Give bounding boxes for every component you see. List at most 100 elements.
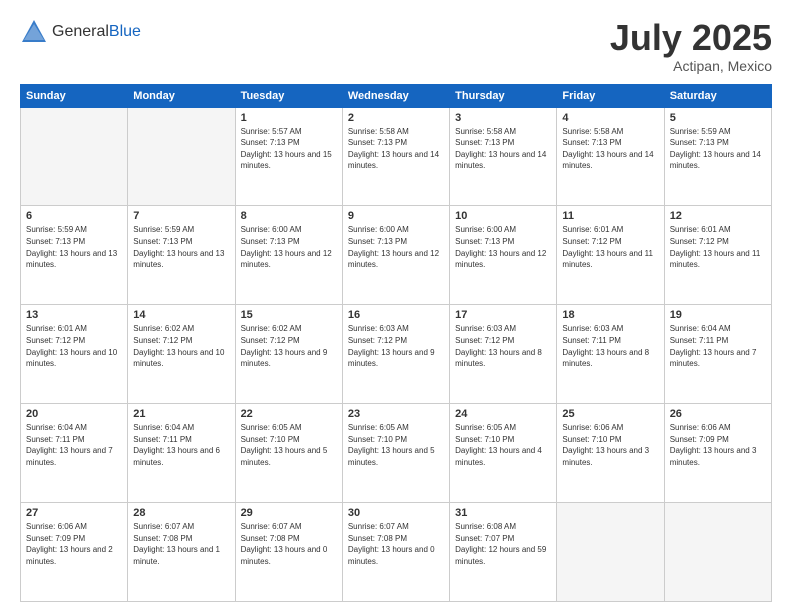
day-number: 14	[133, 309, 229, 321]
day-number: 18	[562, 309, 658, 321]
day-info: Sunrise: 6:04 AMSunset: 7:11 PMDaylight:…	[133, 422, 229, 468]
page: GeneralBlue July 2025 Actipan, Mexico Su…	[0, 0, 792, 612]
calendar-cell: 31 Sunrise: 6:08 AMSunset: 7:07 PMDaylig…	[450, 503, 557, 602]
calendar-cell	[128, 107, 235, 206]
day-number: 27	[26, 507, 122, 519]
day-info: Sunrise: 6:00 AMSunset: 7:13 PMDaylight:…	[348, 224, 444, 270]
calendar-cell: 16 Sunrise: 6:03 AMSunset: 7:12 PMDaylig…	[342, 305, 449, 404]
day-info: Sunrise: 5:57 AMSunset: 7:13 PMDaylight:…	[241, 126, 337, 172]
calendar-week-5: 27 Sunrise: 6:06 AMSunset: 7:09 PMDaylig…	[21, 503, 772, 602]
day-number: 3	[455, 112, 551, 124]
logo: GeneralBlue	[20, 18, 141, 46]
day-info: Sunrise: 6:02 AMSunset: 7:12 PMDaylight:…	[241, 323, 337, 369]
calendar-cell: 23 Sunrise: 6:05 AMSunset: 7:10 PMDaylig…	[342, 404, 449, 503]
day-info: Sunrise: 6:00 AMSunset: 7:13 PMDaylight:…	[241, 224, 337, 270]
day-number: 5	[670, 112, 766, 124]
day-info: Sunrise: 6:04 AMSunset: 7:11 PMDaylight:…	[670, 323, 766, 369]
day-info: Sunrise: 6:06 AMSunset: 7:09 PMDaylight:…	[670, 422, 766, 468]
day-info: Sunrise: 6:05 AMSunset: 7:10 PMDaylight:…	[348, 422, 444, 468]
calendar-cell: 18 Sunrise: 6:03 AMSunset: 7:11 PMDaylig…	[557, 305, 664, 404]
day-number: 1	[241, 112, 337, 124]
calendar-cell: 3 Sunrise: 5:58 AMSunset: 7:13 PMDayligh…	[450, 107, 557, 206]
day-info: Sunrise: 5:59 AMSunset: 7:13 PMDaylight:…	[670, 126, 766, 172]
weekday-header-wednesday: Wednesday	[342, 84, 449, 107]
calendar-cell: 15 Sunrise: 6:02 AMSunset: 7:12 PMDaylig…	[235, 305, 342, 404]
day-number: 23	[348, 408, 444, 420]
calendar-cell: 6 Sunrise: 5:59 AMSunset: 7:13 PMDayligh…	[21, 206, 128, 305]
calendar-cell: 1 Sunrise: 5:57 AMSunset: 7:13 PMDayligh…	[235, 107, 342, 206]
calendar-title: July 2025	[610, 18, 772, 58]
calendar-cell: 11 Sunrise: 6:01 AMSunset: 7:12 PMDaylig…	[557, 206, 664, 305]
day-info: Sunrise: 6:07 AMSunset: 7:08 PMDaylight:…	[348, 521, 444, 567]
logo-general: General	[52, 23, 109, 40]
calendar-cell	[664, 503, 771, 602]
day-info: Sunrise: 5:58 AMSunset: 7:13 PMDaylight:…	[348, 126, 444, 172]
day-number: 26	[670, 408, 766, 420]
weekday-header-thursday: Thursday	[450, 84, 557, 107]
day-info: Sunrise: 6:03 AMSunset: 7:12 PMDaylight:…	[455, 323, 551, 369]
day-number: 25	[562, 408, 658, 420]
calendar-cell: 10 Sunrise: 6:00 AMSunset: 7:13 PMDaylig…	[450, 206, 557, 305]
title-block: July 2025 Actipan, Mexico	[610, 18, 772, 74]
day-number: 7	[133, 210, 229, 222]
calendar-week-4: 20 Sunrise: 6:04 AMSunset: 7:11 PMDaylig…	[21, 404, 772, 503]
calendar-cell: 7 Sunrise: 5:59 AMSunset: 7:13 PMDayligh…	[128, 206, 235, 305]
day-number: 10	[455, 210, 551, 222]
day-info: Sunrise: 5:58 AMSunset: 7:13 PMDaylight:…	[562, 126, 658, 172]
day-info: Sunrise: 6:04 AMSunset: 7:11 PMDaylight:…	[26, 422, 122, 468]
day-info: Sunrise: 6:07 AMSunset: 7:08 PMDaylight:…	[241, 521, 337, 567]
calendar-cell: 22 Sunrise: 6:05 AMSunset: 7:10 PMDaylig…	[235, 404, 342, 503]
weekday-header-sunday: Sunday	[21, 84, 128, 107]
calendar-cell: 5 Sunrise: 5:59 AMSunset: 7:13 PMDayligh…	[664, 107, 771, 206]
calendar-cell: 2 Sunrise: 5:58 AMSunset: 7:13 PMDayligh…	[342, 107, 449, 206]
calendar-cell: 29 Sunrise: 6:07 AMSunset: 7:08 PMDaylig…	[235, 503, 342, 602]
weekday-header-tuesday: Tuesday	[235, 84, 342, 107]
day-number: 28	[133, 507, 229, 519]
calendar-cell: 14 Sunrise: 6:02 AMSunset: 7:12 PMDaylig…	[128, 305, 235, 404]
day-info: Sunrise: 6:00 AMSunset: 7:13 PMDaylight:…	[455, 224, 551, 270]
day-number: 20	[26, 408, 122, 420]
calendar-cell: 28 Sunrise: 6:07 AMSunset: 7:08 PMDaylig…	[128, 503, 235, 602]
day-info: Sunrise: 6:03 AMSunset: 7:12 PMDaylight:…	[348, 323, 444, 369]
logo-text: GeneralBlue	[52, 23, 141, 41]
calendar-week-3: 13 Sunrise: 6:01 AMSunset: 7:12 PMDaylig…	[21, 305, 772, 404]
calendar-cell: 25 Sunrise: 6:06 AMSunset: 7:10 PMDaylig…	[557, 404, 664, 503]
calendar-cell: 8 Sunrise: 6:00 AMSunset: 7:13 PMDayligh…	[235, 206, 342, 305]
day-number: 22	[241, 408, 337, 420]
day-info: Sunrise: 6:01 AMSunset: 7:12 PMDaylight:…	[26, 323, 122, 369]
calendar-cell: 4 Sunrise: 5:58 AMSunset: 7:13 PMDayligh…	[557, 107, 664, 206]
calendar-cell: 19 Sunrise: 6:04 AMSunset: 7:11 PMDaylig…	[664, 305, 771, 404]
calendar-week-1: 1 Sunrise: 5:57 AMSunset: 7:13 PMDayligh…	[21, 107, 772, 206]
day-number: 29	[241, 507, 337, 519]
logo-icon	[20, 18, 48, 46]
day-info: Sunrise: 6:06 AMSunset: 7:09 PMDaylight:…	[26, 521, 122, 567]
calendar-cell: 24 Sunrise: 6:05 AMSunset: 7:10 PMDaylig…	[450, 404, 557, 503]
day-info: Sunrise: 6:08 AMSunset: 7:07 PMDaylight:…	[455, 521, 551, 567]
calendar-week-2: 6 Sunrise: 5:59 AMSunset: 7:13 PMDayligh…	[21, 206, 772, 305]
day-number: 24	[455, 408, 551, 420]
calendar-cell: 17 Sunrise: 6:03 AMSunset: 7:12 PMDaylig…	[450, 305, 557, 404]
header: GeneralBlue July 2025 Actipan, Mexico	[20, 18, 772, 74]
day-info: Sunrise: 6:06 AMSunset: 7:10 PMDaylight:…	[562, 422, 658, 468]
day-info: Sunrise: 6:02 AMSunset: 7:12 PMDaylight:…	[133, 323, 229, 369]
day-number: 2	[348, 112, 444, 124]
day-number: 21	[133, 408, 229, 420]
calendar-cell: 27 Sunrise: 6:06 AMSunset: 7:09 PMDaylig…	[21, 503, 128, 602]
day-number: 12	[670, 210, 766, 222]
day-info: Sunrise: 6:03 AMSunset: 7:11 PMDaylight:…	[562, 323, 658, 369]
day-info: Sunrise: 6:05 AMSunset: 7:10 PMDaylight:…	[455, 422, 551, 468]
calendar-cell	[557, 503, 664, 602]
calendar-cell: 12 Sunrise: 6:01 AMSunset: 7:12 PMDaylig…	[664, 206, 771, 305]
calendar-cell: 13 Sunrise: 6:01 AMSunset: 7:12 PMDaylig…	[21, 305, 128, 404]
day-number: 13	[26, 309, 122, 321]
calendar-table: SundayMondayTuesdayWednesdayThursdayFrid…	[20, 84, 772, 602]
day-number: 31	[455, 507, 551, 519]
calendar-cell	[21, 107, 128, 206]
day-info: Sunrise: 6:07 AMSunset: 7:08 PMDaylight:…	[133, 521, 229, 567]
weekday-header-saturday: Saturday	[664, 84, 771, 107]
day-number: 30	[348, 507, 444, 519]
calendar-cell: 30 Sunrise: 6:07 AMSunset: 7:08 PMDaylig…	[342, 503, 449, 602]
calendar-cell: 9 Sunrise: 6:00 AMSunset: 7:13 PMDayligh…	[342, 206, 449, 305]
day-info: Sunrise: 5:59 AMSunset: 7:13 PMDaylight:…	[26, 224, 122, 270]
weekday-header-monday: Monday	[128, 84, 235, 107]
